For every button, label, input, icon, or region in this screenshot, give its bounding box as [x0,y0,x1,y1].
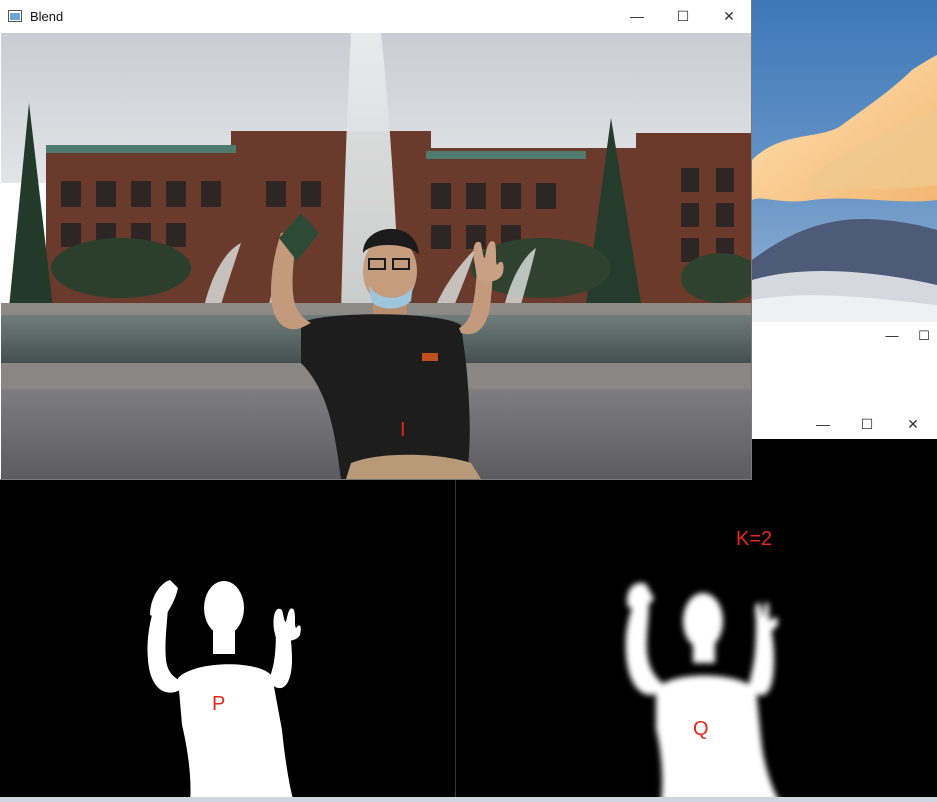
blend-window: Blend — ☐ ✕ I [0,0,752,480]
sky-image [752,0,937,322]
mask-p-window: P [0,480,456,802]
minimize-icon[interactable]: — [800,410,846,439]
mask-q-window: Q K=2 [456,439,937,802]
window-title: Blend [30,9,64,24]
window-divider [455,480,456,802]
blend-image: I [1,33,751,479]
blend-titlebar[interactable]: Blend — ☐ ✕ [0,0,751,33]
maximize-icon[interactable]: ☐ [910,326,937,346]
taskbar [0,797,937,802]
background-window: — ☐ [752,322,937,410]
close-icon[interactable]: ✕ [890,410,936,439]
blended-scene [1,33,751,479]
app-icon [8,10,22,22]
mask-q-label: Q [693,718,709,740]
close-icon[interactable]: ✕ [706,0,752,33]
mask-p-silhouette [147,580,301,802]
k-value-label: K=2 [736,528,773,550]
maximize-icon[interactable]: ☐ [844,410,890,439]
mask-q-silhouette [625,583,781,802]
blend-label: I [400,419,406,441]
minimize-icon[interactable]: — [614,0,660,33]
maximize-icon[interactable]: ☐ [660,0,706,33]
background-sky-window [752,0,937,322]
mask-q-titlebar[interactable]: — ☐ ✕ [752,410,937,440]
minimize-icon[interactable]: — [878,326,906,346]
mask-p-label: P [212,693,226,715]
